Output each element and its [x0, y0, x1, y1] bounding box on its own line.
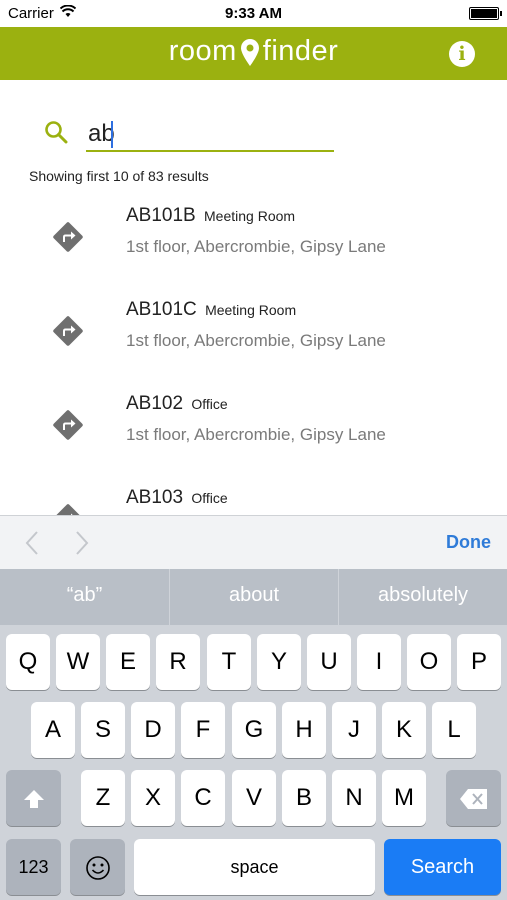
room-title: AB102 Office [126, 393, 228, 415]
brand-word-finder: finder [262, 35, 339, 67]
search-key[interactable]: Search [384, 839, 501, 895]
done-button[interactable]: Done [446, 532, 491, 553]
emoji-key[interactable] [70, 839, 125, 895]
key-s[interactable]: S [81, 702, 125, 758]
room-title: AB103 Office [126, 487, 228, 509]
info-icon[interactable]: i [449, 41, 475, 67]
key-u[interactable]: U [307, 634, 351, 690]
key-b[interactable]: B [282, 770, 326, 826]
key-p[interactable]: P [457, 634, 501, 690]
key-o[interactable]: O [407, 634, 451, 690]
location-pin-icon [240, 39, 259, 74]
key-r[interactable]: R [156, 634, 200, 690]
key-c[interactable]: C [181, 770, 225, 826]
key-m[interactable]: M [382, 770, 426, 826]
numbers-key[interactable]: 123 [6, 839, 61, 895]
room-code: AB102 [126, 393, 184, 414]
key-z[interactable]: Z [81, 770, 125, 826]
result-row[interactable]: AB101B Meeting Room 1st floor, Abercromb… [0, 198, 507, 292]
screen: Carrier 9:33 AM room finder i Showing fir… [0, 0, 507, 900]
room-code: AB103 [126, 487, 184, 508]
text-cursor [111, 121, 113, 148]
result-row[interactable]: AB102 Office 1st floor, Abercrombie, Gip… [0, 386, 507, 480]
directions-icon[interactable] [50, 407, 86, 448]
emoji-icon [85, 853, 111, 880]
key-h[interactable]: H [282, 702, 326, 758]
status-time: 9:33 AM [225, 5, 282, 22]
suggestion-item[interactable]: absolutely [338, 569, 507, 625]
key-j[interactable]: J [332, 702, 376, 758]
key-t[interactable]: T [207, 634, 251, 690]
suggestion-item[interactable]: “ab” [0, 569, 169, 625]
room-code: AB101C [126, 299, 197, 320]
key-y[interactable]: Y [257, 634, 301, 690]
key-w[interactable]: W [56, 634, 100, 690]
brand-word-room: room [168, 35, 237, 67]
chevron-left-icon[interactable] [24, 530, 40, 561]
key-n[interactable]: N [332, 770, 376, 826]
key-l[interactable]: L [432, 702, 476, 758]
room-type: Office [191, 490, 228, 506]
key-g[interactable]: G [232, 702, 276, 758]
suggestion-bar: “ab” about absolutely [0, 569, 507, 625]
key-k[interactable]: K [382, 702, 426, 758]
keyboard: “ab” about absolutely Q W E R T Y U I O … [0, 569, 507, 900]
directions-icon[interactable] [50, 313, 86, 354]
room-type: Office [191, 396, 228, 412]
key-d[interactable]: D [131, 702, 175, 758]
chevron-right-icon[interactable] [74, 530, 90, 561]
key-q[interactable]: Q [6, 634, 50, 690]
room-location: 1st floor, Abercrombie, Gipsy Lane [126, 237, 386, 256]
shift-icon [22, 784, 46, 811]
room-type: Meeting Room [204, 208, 296, 224]
shift-key[interactable] [6, 770, 61, 826]
key-v[interactable]: V [232, 770, 276, 826]
room-type: Meeting Room [205, 302, 297, 318]
key-a[interactable]: A [31, 702, 75, 758]
room-title: AB101B Meeting Room [126, 205, 295, 227]
battery-icon [469, 7, 502, 20]
key-f[interactable]: F [181, 702, 225, 758]
delete-key[interactable] [446, 770, 501, 826]
result-row[interactable]: AB101C Meeting Room 1st floor, Abercromb… [0, 292, 507, 386]
app-logo: room finder [0, 35, 507, 74]
search-input[interactable] [86, 118, 334, 152]
search-icon [44, 120, 68, 149]
room-code: AB101B [126, 205, 196, 226]
suggestion-item[interactable]: about [169, 569, 338, 625]
room-title: AB101C Meeting Room [126, 299, 296, 321]
room-location: 1st floor, Abercrombie, Gipsy Lane [126, 425, 386, 444]
room-location: 1st floor, Abercrombie, Gipsy Lane [126, 331, 386, 350]
directions-icon[interactable] [50, 219, 86, 260]
results-count: Showing first 10 of 83 results [29, 168, 209, 184]
app-header: room finder i [0, 27, 507, 80]
key-x[interactable]: X [131, 770, 175, 826]
key-e[interactable]: E [106, 634, 150, 690]
key-i[interactable]: I [357, 634, 401, 690]
delete-icon [459, 784, 489, 811]
keyboard-accessory-bar: Done [0, 515, 507, 569]
space-key[interactable]: space [134, 839, 375, 895]
status-bar: Carrier 9:33 AM [0, 0, 507, 27]
